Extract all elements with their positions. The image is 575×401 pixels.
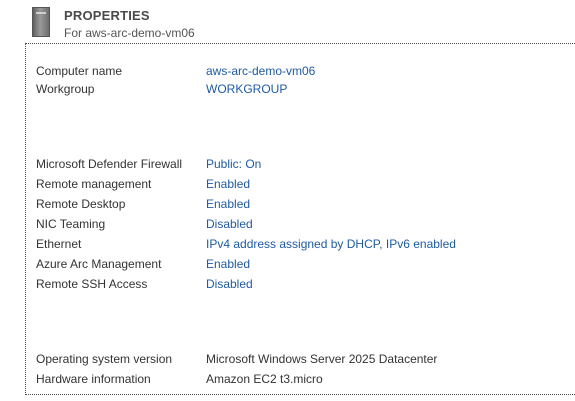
property-label: Hardware information xyxy=(36,372,151,386)
workgroup-link[interactable]: WORKGROUP xyxy=(206,81,287,97)
remote-ssh-link[interactable]: Disabled xyxy=(206,276,253,292)
computer-name-link[interactable]: aws-arc-demo-vm06 xyxy=(206,63,315,79)
properties-header: PROPERTIES For aws-arc-demo-vm06 xyxy=(0,0,575,42)
os-version-value: Microsoft Windows Server 2025 Datacenter xyxy=(206,352,438,366)
property-label: Remote Desktop xyxy=(36,197,126,211)
header-subtitle: For aws-arc-demo-vm06 xyxy=(64,26,195,40)
remote-desktop-link[interactable]: Enabled xyxy=(206,196,250,212)
property-label: NIC Teaming xyxy=(36,217,106,231)
hardware-value: Amazon EC2 t3.micro xyxy=(206,372,323,386)
ethernet-link[interactable]: IPv4 address assigned by DHCP, IPv6 enab… xyxy=(206,236,456,252)
property-label: Microsoft Defender Firewall xyxy=(36,157,183,171)
property-label: Azure Arc Management xyxy=(36,257,162,271)
azure-arc-link[interactable]: Enabled xyxy=(206,256,250,272)
property-label: Computer name xyxy=(36,64,123,78)
remote-management-link[interactable]: Enabled xyxy=(206,176,250,192)
header-title: PROPERTIES xyxy=(64,8,150,23)
property-label: Workgroup xyxy=(36,82,95,96)
property-label: Ethernet xyxy=(36,237,82,251)
server-icon xyxy=(32,7,50,37)
firewall-link[interactable]: Public: On xyxy=(206,156,261,172)
property-label: Operating system version xyxy=(36,352,173,366)
properties-panel: Computer name aws-arc-demo-vm06 Workgrou… xyxy=(25,43,575,395)
property-label: Remote SSH Access xyxy=(36,277,148,291)
nic-teaming-link[interactable]: Disabled xyxy=(206,216,253,232)
property-label: Remote management xyxy=(36,177,152,191)
